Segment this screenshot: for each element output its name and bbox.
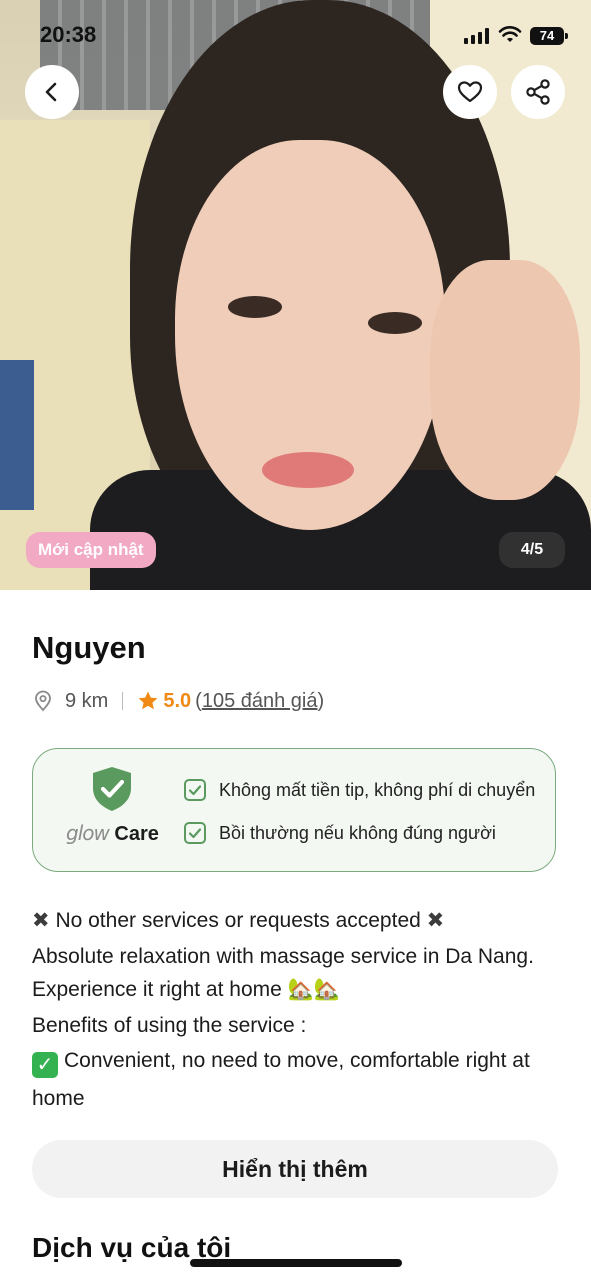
description-benefit-item: ✓ Convenient, no need to move, comfortabl…	[32, 1049, 530, 1110]
glow-care-box: glow Care Không mất tiền tip, không phí …	[32, 748, 556, 872]
heart-icon	[457, 81, 483, 103]
checkbox-check-icon	[184, 822, 206, 844]
check-mark-icon: ✓	[32, 1052, 58, 1078]
favorite-button[interactable]	[443, 65, 497, 119]
status-bar: 20:38 74	[0, 0, 591, 70]
show-more-button[interactable]: Hiển thị thêm	[32, 1140, 558, 1198]
distance-text: 9 km	[65, 689, 109, 712]
new-update-badge: Mới cập nhật	[26, 532, 156, 568]
care-feature-item: Không mất tiền tip, không phí di chuyển	[183, 778, 535, 802]
description-benefits-heading: Benefits of using the service :	[32, 1014, 307, 1037]
checkbox-check-icon	[184, 779, 206, 801]
back-button[interactable]	[25, 65, 79, 119]
house-with-garden-icon: 🏡🏡	[287, 977, 340, 1001]
care-feature-item: Bồi thường nếu không đúng người	[183, 821, 496, 845]
description-restriction: ✖ No other services or requests accepted…	[32, 908, 445, 932]
wifi-icon	[498, 26, 522, 42]
star-icon	[138, 691, 158, 710]
shield-check-icon	[93, 767, 131, 811]
rating-value: 5.0	[163, 689, 192, 712]
reviews-link[interactable]: 105 đánh giá	[202, 690, 318, 713]
signal-icon	[464, 28, 490, 44]
description-intro: Absolute relaxation with massage service…	[32, 945, 534, 1001]
profile-photo[interactable]	[0, 0, 591, 590]
profile-name: Nguyen	[32, 630, 146, 665]
glow-care-logo: glow Care	[66, 821, 159, 845]
cross-mark-icon: ✖	[32, 908, 50, 932]
home-indicator[interactable]	[190, 1259, 402, 1267]
share-button[interactable]	[511, 65, 565, 119]
status-time: 20:38	[40, 22, 97, 47]
profile-description: ✖ No other services or requests accepted…	[32, 904, 562, 1118]
profile-meta: 9 km 5.0 (105 đánh giá)	[32, 686, 324, 716]
cross-mark-icon: ✖	[426, 908, 445, 932]
chevron-left-icon	[45, 82, 57, 102]
meta-divider	[122, 692, 124, 710]
battery-indicator: 74	[530, 27, 568, 45]
photo-counter: 4/5	[499, 532, 565, 568]
location-pin-icon	[35, 690, 51, 712]
share-icon	[526, 79, 550, 105]
